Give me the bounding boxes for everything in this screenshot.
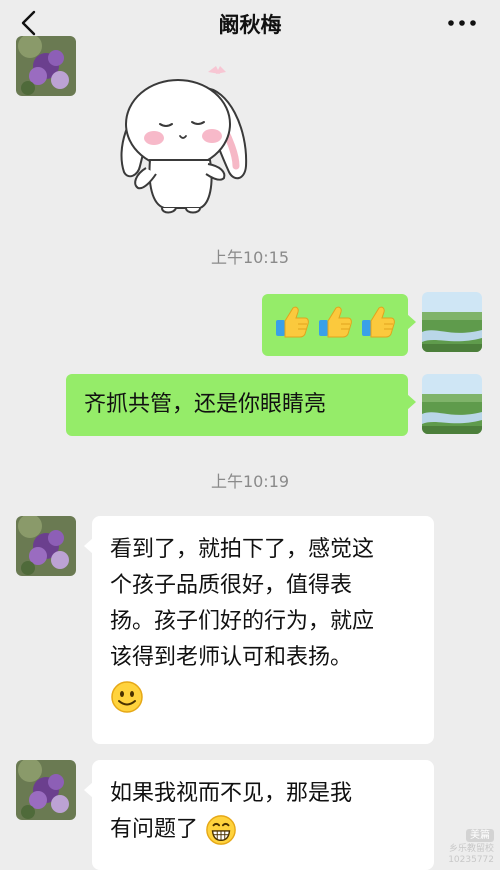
contact-avatar[interactable] xyxy=(16,760,76,820)
incoming-text-bubble[interactable]: 如果我视而不见，那是我 有问题了 xyxy=(84,760,434,870)
watermark-logo: 美篇 xyxy=(466,829,494,842)
contact-avatar[interactable] xyxy=(16,516,76,576)
message-line: 个孩子品质很好，值得表 xyxy=(110,573,353,598)
message-timestamp: 上午10:15 xyxy=(210,248,290,267)
message-timestamp: 上午10:19 xyxy=(210,472,290,491)
bunny-sticker[interactable] xyxy=(108,48,258,216)
outgoing-text-bubble[interactable]: 齐抓共管，还是你眼睛亮 xyxy=(66,374,416,436)
message-line: 扬。孩子们好的行为，就应 xyxy=(110,609,375,634)
thumbs-up-icon xyxy=(276,306,309,338)
watermark: 美篇 乡乐教留校 10235772 xyxy=(434,829,494,866)
watermark-line: 10235772 xyxy=(448,855,494,865)
more-dots-icon[interactable] xyxy=(446,15,478,31)
thumbs-up-icon xyxy=(362,306,395,338)
smile-emoji-icon xyxy=(111,681,143,713)
message-line: 有问题了 xyxy=(110,817,199,842)
outgoing-emoji-bubble[interactable] xyxy=(262,294,416,356)
message-line: 如果我视而不见，那是我 xyxy=(110,781,353,806)
message-text: 齐抓共管，还是你眼睛亮 xyxy=(84,392,327,417)
watermark-line: 乡乐教留校 xyxy=(448,844,494,854)
incoming-text-bubble[interactable]: 看到了，就拍下了，感觉这 个孩子品质很好，值得表 扬。孩子们好的行为，就应 该得… xyxy=(84,516,434,744)
my-avatar[interactable] xyxy=(422,374,482,434)
grin-emoji-icon xyxy=(206,815,236,845)
my-avatar[interactable] xyxy=(422,292,482,352)
contact-avatar[interactable] xyxy=(16,36,76,96)
message-line: 看到了，就拍下了，感觉这 xyxy=(110,537,375,562)
thumbs-up-icon xyxy=(319,306,352,338)
message-line: 该得到老师认可和表扬。 xyxy=(110,645,353,670)
chat-title: 阚秋梅 xyxy=(218,13,282,37)
